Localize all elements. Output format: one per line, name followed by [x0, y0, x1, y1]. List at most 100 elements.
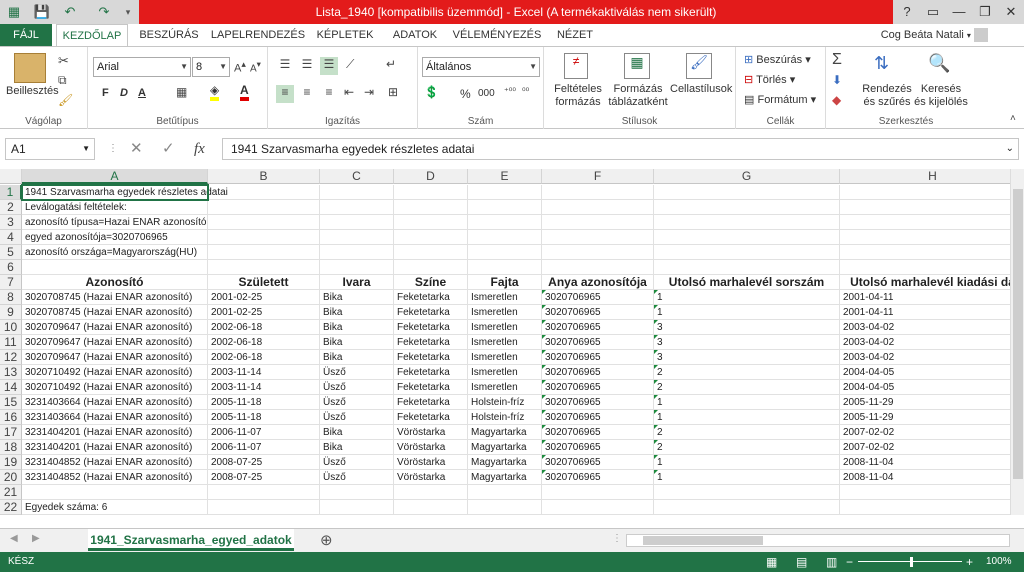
table-cell[interactable]: Anya azonosítója: [542, 275, 654, 290]
align-bottom-icon[interactable]: ☰: [320, 57, 338, 75]
formula-input[interactable]: 1941 Szarvasmarha egyedek részletes adat…: [222, 138, 1019, 160]
align-left-icon[interactable]: ≡: [276, 85, 294, 103]
row-header-20[interactable]: 20: [0, 470, 22, 485]
table-cell[interactable]: 2007-02-02: [840, 440, 1010, 455]
table-cell[interactable]: Bika: [320, 350, 394, 365]
table-cell[interactable]: 3020708745 (Hazai ENAR azonosító): [22, 290, 208, 305]
table-cell[interactable]: Holstein-fríz: [468, 410, 542, 425]
name-box[interactable]: A1 ▼: [5, 138, 95, 160]
table-cell[interactable]: Üsző: [320, 410, 394, 425]
table-cell[interactable]: 2007-02-02: [840, 425, 1010, 440]
format-as-table-button[interactable]: Formázás táblázatként: [604, 83, 672, 109]
table-cell[interactable]: 1: [654, 290, 840, 305]
table-cell[interactable]: Bika: [320, 290, 394, 305]
table-cell[interactable]: [468, 485, 542, 500]
decrease-indent-icon[interactable]: ⇤: [344, 85, 354, 99]
table-cell[interactable]: [468, 215, 542, 230]
autosum-icon[interactable]: Σ: [832, 51, 842, 69]
row-header-15[interactable]: 15: [0, 395, 22, 410]
align-middle-icon[interactable]: ☰: [298, 57, 316, 75]
table-cell[interactable]: [394, 230, 468, 245]
table-cell[interactable]: 2002-06-18: [208, 320, 320, 335]
table-cell[interactable]: Utolsó marhalevél kiadási dá: [840, 275, 1010, 290]
next-sheet-icon[interactable]: ▶: [32, 533, 40, 544]
save-icon[interactable]: 💾: [32, 2, 52, 22]
table-cell[interactable]: 2: [654, 380, 840, 395]
table-cell[interactable]: [654, 200, 840, 215]
table-cell[interactable]: [468, 200, 542, 215]
table-cell[interactable]: 3: [654, 320, 840, 335]
table-cell[interactable]: [208, 260, 320, 275]
table-cell[interactable]: [542, 485, 654, 500]
grow-font-icon[interactable]: A▴: [234, 59, 246, 75]
undo-icon[interactable]: ↶: [60, 2, 80, 22]
normal-view-icon[interactable]: ▦: [766, 552, 777, 572]
tab-insert[interactable]: BESZÚRÁS: [136, 24, 202, 46]
row-header-22[interactable]: 22: [0, 500, 22, 515]
fill-color-icon[interactable]: ◈: [210, 83, 220, 101]
table-cell[interactable]: 2003-11-14: [208, 380, 320, 395]
ribbon-display-options-button[interactable]: ▭: [920, 0, 946, 24]
user-account[interactable]: Cog Beáta Natali ▾: [881, 24, 988, 46]
table-cell[interactable]: [840, 215, 1010, 230]
row-header-14[interactable]: 14: [0, 380, 22, 395]
table-cell[interactable]: [840, 500, 1010, 515]
table-cell[interactable]: 2001-02-25: [208, 305, 320, 320]
table-cell[interactable]: 3020706965: [542, 350, 654, 365]
table-cell[interactable]: Bika: [320, 335, 394, 350]
zoom-level[interactable]: 100%: [986, 552, 1012, 572]
table-cell[interactable]: Fajta: [468, 275, 542, 290]
column-header-B[interactable]: B: [208, 169, 320, 184]
table-cell[interactable]: 2005-11-29: [840, 395, 1010, 410]
table-cell[interactable]: Bika: [320, 440, 394, 455]
table-cell[interactable]: 2001-02-25: [208, 290, 320, 305]
cancel-entry-icon[interactable]: ✕: [130, 138, 143, 160]
select-all-corner[interactable]: [0, 169, 22, 184]
increase-decimal-icon[interactable]: ⁺⁰⁰: [504, 86, 516, 97]
table-cell[interactable]: 3: [654, 350, 840, 365]
cut-icon[interactable]: ✂: [58, 53, 69, 69]
align-top-icon[interactable]: ☰: [276, 57, 294, 75]
table-cell[interactable]: [394, 185, 468, 200]
table-cell[interactable]: [320, 485, 394, 500]
table-cell[interactable]: Magyartarka: [468, 440, 542, 455]
format-painter-icon[interactable]: 🖌: [58, 93, 73, 107]
table-cell[interactable]: 2008-11-04: [840, 470, 1010, 485]
table-cell[interactable]: Feketetarka: [394, 320, 468, 335]
table-cell[interactable]: [840, 485, 1010, 500]
table-cell[interactable]: [654, 230, 840, 245]
sort-filter-button[interactable]: Rendezés és szűrés: [862, 83, 912, 109]
table-cell[interactable]: [394, 245, 468, 260]
table-cell[interactable]: [542, 200, 654, 215]
table-cell[interactable]: [654, 215, 840, 230]
row-header-8[interactable]: 8: [0, 290, 22, 305]
table-cell[interactable]: 3020706965: [542, 395, 654, 410]
table-cell[interactable]: [394, 485, 468, 500]
table-cell[interactable]: Vöröstarka: [394, 440, 468, 455]
conditional-formatting-icon[interactable]: ≠: [564, 53, 588, 79]
table-cell[interactable]: 2003-04-02: [840, 350, 1010, 365]
table-cell[interactable]: 2008-07-25: [208, 455, 320, 470]
tab-review[interactable]: VÉLEMÉNYEZÉS: [452, 24, 542, 46]
table-cell[interactable]: 2003-11-14: [208, 365, 320, 380]
table-cell[interactable]: [654, 500, 840, 515]
table-cell[interactable]: [468, 260, 542, 275]
table-cell[interactable]: [654, 245, 840, 260]
table-cell[interactable]: [394, 500, 468, 515]
table-cell[interactable]: 3020706965: [542, 410, 654, 425]
copy-icon[interactable]: ⧉: [58, 73, 67, 88]
table-cell[interactable]: [654, 185, 840, 200]
vertical-scroll-thumb[interactable]: [1013, 189, 1023, 479]
borders-icon[interactable]: ▦: [176, 85, 187, 99]
paste-icon[interactable]: [14, 53, 46, 83]
insert-function-button[interactable]: fx: [194, 138, 205, 160]
table-cell[interactable]: 3020709647 (Hazai ENAR azonosító): [22, 335, 208, 350]
table-cell[interactable]: 3020706965: [542, 365, 654, 380]
page-layout-view-icon[interactable]: ▤: [796, 552, 807, 572]
table-cell[interactable]: [542, 230, 654, 245]
table-cell[interactable]: Ismeretlen: [468, 290, 542, 305]
accounting-format-icon[interactable]: 💲: [424, 85, 439, 99]
conditional-formatting-button[interactable]: Feltételes formázás: [548, 83, 608, 109]
table-cell[interactable]: [840, 245, 1010, 260]
table-cell[interactable]: 2004-04-05: [840, 380, 1010, 395]
